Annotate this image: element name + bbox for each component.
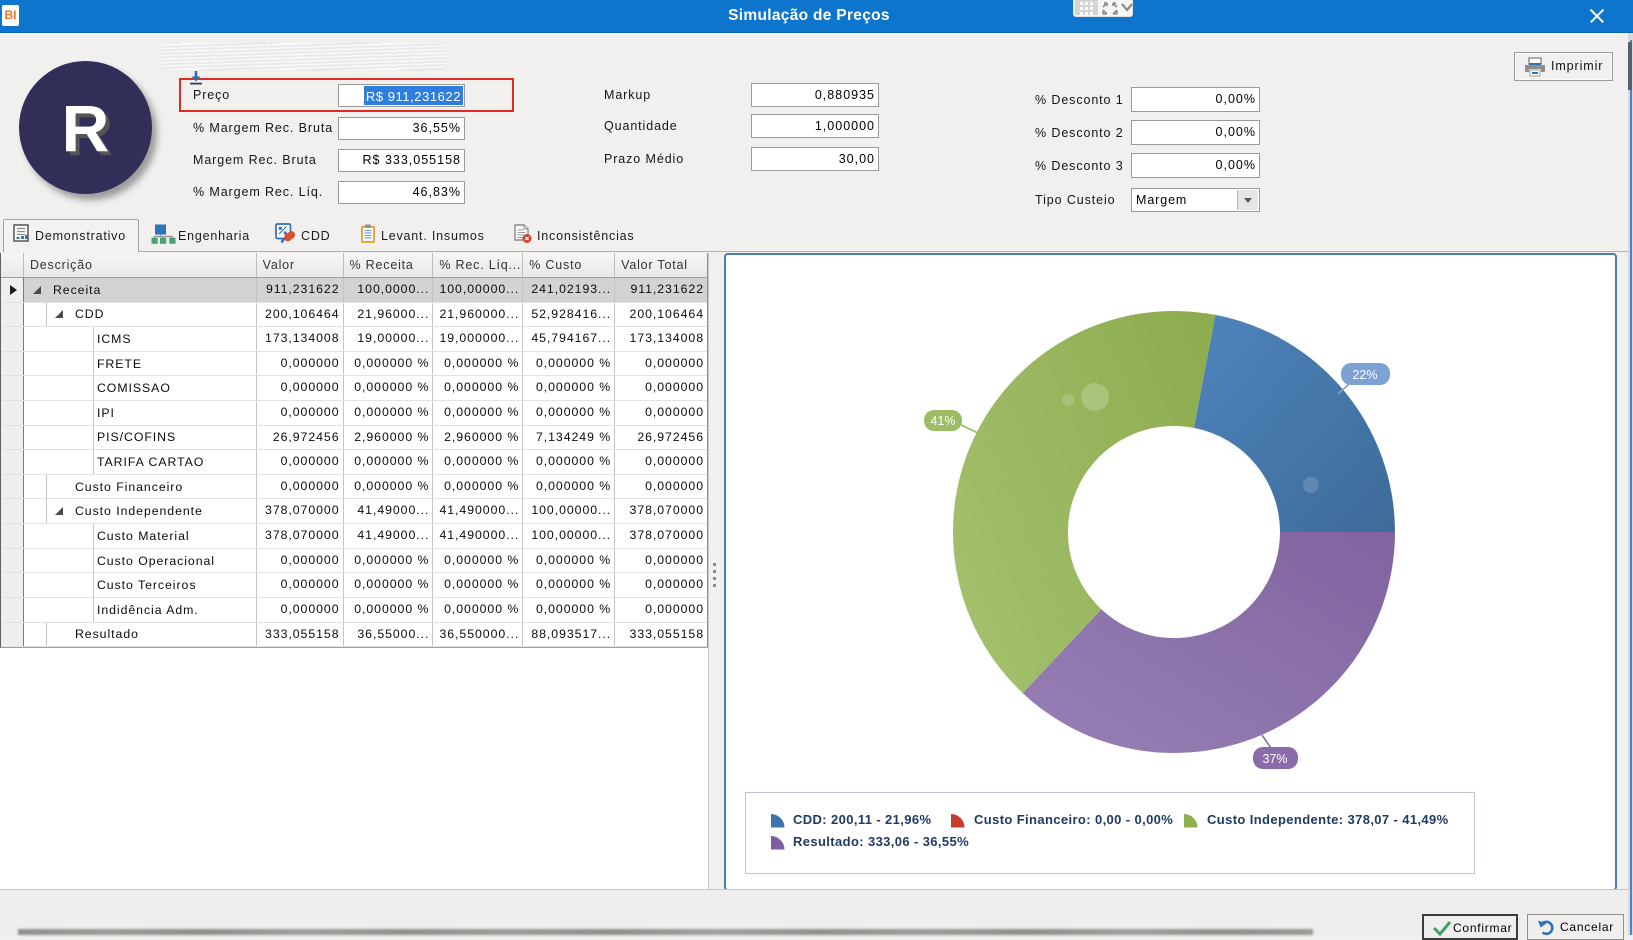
svg-text:22%: 22%: [1352, 368, 1377, 382]
svg-text:37%: 37%: [1262, 752, 1287, 766]
svg-text:41%: 41%: [930, 414, 955, 428]
